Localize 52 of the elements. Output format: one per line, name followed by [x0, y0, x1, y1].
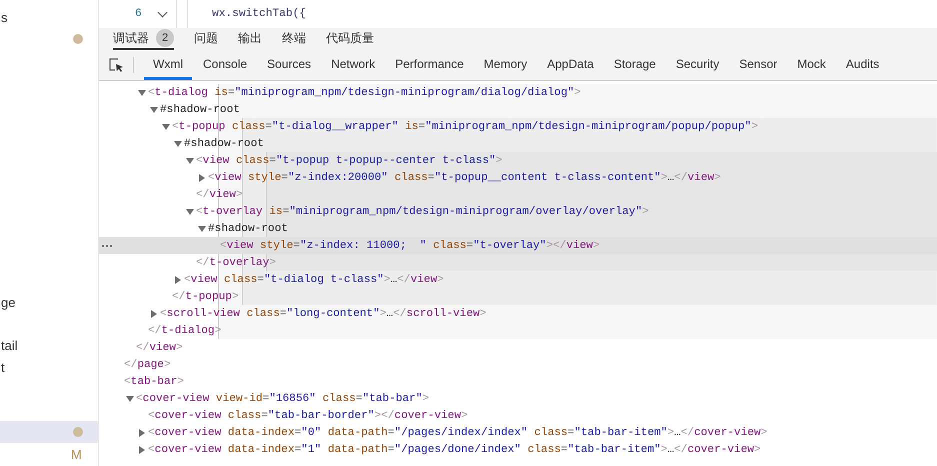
devtools-tab[interactable]: Mock: [788, 50, 835, 80]
disclosure-triangle-icon[interactable]: [186, 208, 194, 214]
markup-line[interactable]: <tab-bar>: [124, 376, 184, 388]
panel-tab[interactable]: 问题: [194, 28, 218, 50]
disclosure-triangle-icon[interactable]: [175, 276, 181, 284]
disclosure-triangle-icon[interactable]: [139, 428, 145, 436]
devtools-tab[interactable]: Memory: [474, 50, 536, 80]
devtools-tab[interactable]: Network: [322, 50, 384, 80]
modified-dot-icon: [73, 427, 83, 437]
markup-line[interactable]: </t-dialog>: [148, 324, 222, 336]
devtools-tab[interactable]: AppData: [538, 50, 603, 80]
markup-line[interactable]: </view>: [136, 342, 183, 354]
count-badge: 2: [156, 29, 174, 47]
markup-line[interactable]: </t-popup>: [172, 290, 239, 302]
code-line: wx.switchTab({: [212, 8, 306, 20]
devtools-tab[interactable]: Audits: [836, 50, 888, 80]
disclosure-triangle-icon[interactable]: [199, 174, 205, 182]
devtools-tab[interactable]: Sensor: [730, 50, 786, 80]
panel-tab[interactable]: 终端: [282, 28, 306, 50]
modified-dot-icon: [73, 34, 83, 44]
markup-line[interactable]: <cover-view data-index="1" data-path="/pages/done/index" class="tab-bar-item">…</cover-view>: [148, 444, 761, 456]
markup-line[interactable]: </page>: [124, 358, 171, 370]
status-letter: M: [71, 447, 82, 462]
disclosure-triangle-icon[interactable]: [174, 140, 182, 146]
markup-line[interactable]: #shadow-root: [208, 222, 288, 234]
markup-line[interactable]: <cover-view data-index="0" data-path="/pages/index/index" class="tab-bar-item">…</cover-view>: [148, 426, 768, 438]
markup-line[interactable]: #shadow-root: [184, 138, 264, 150]
disclosure-triangle-icon[interactable]: [186, 158, 194, 164]
devtools-tab[interactable]: Storage: [604, 50, 665, 80]
markup-line[interactable]: #shadow-root: [160, 104, 240, 116]
devtools-tab[interactable]: Security: [666, 50, 728, 80]
markup-line[interactable]: <cover-view class="tab-bar-border"></cover-view>: [148, 410, 468, 422]
devtools-tab[interactable]: Wxml: [144, 50, 192, 80]
markup-line[interactable]: <cover-view view-id="16856" class="tab-bar">: [136, 392, 430, 404]
devtools-tab[interactable]: Sources: [258, 50, 320, 80]
markup-line[interactable]: </view>: [196, 188, 243, 200]
disclosure-triangle-icon[interactable]: [138, 90, 146, 96]
markup-line[interactable]: </t-overlay>: [196, 256, 276, 268]
disclosure-triangle-icon[interactable]: [150, 106, 158, 112]
file-item[interactable]: s: [0, 6, 98, 28]
panel-tab[interactable]: 代码质量: [326, 28, 374, 50]
disclosure-triangle-icon[interactable]: [151, 310, 157, 318]
devtools-tab[interactable]: Console: [194, 50, 256, 80]
disclosure-triangle-icon[interactable]: [162, 124, 170, 130]
devtools-tab[interactable]: Performance: [386, 50, 473, 80]
line-number: 6: [135, 8, 143, 20]
disclosure-triangle-icon[interactable]: [139, 446, 145, 454]
disclosure-triangle-icon[interactable]: [126, 396, 134, 402]
file-item[interactable]: t: [0, 356, 98, 378]
panel-tab[interactable]: 输出: [238, 28, 262, 50]
file-item[interactable]: tail: [0, 334, 98, 356]
file-item[interactable]: ge: [0, 291, 98, 313]
